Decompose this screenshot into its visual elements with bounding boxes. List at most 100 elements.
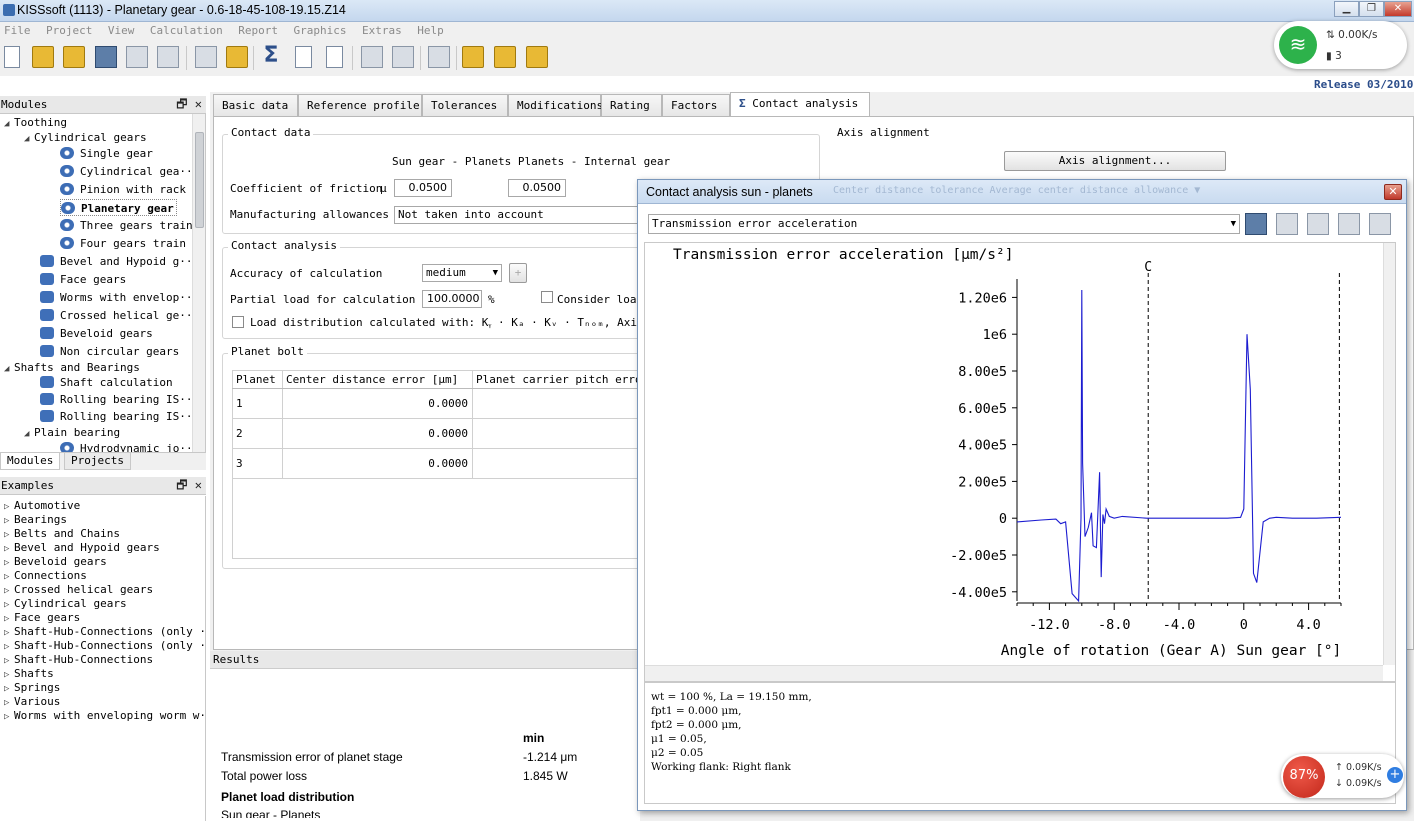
- collapse-icon[interactable]: ◢: [4, 361, 14, 378]
- column-header[interactable]: Planet carrier pitch error: [472, 370, 652, 389]
- tree-item[interactable]: ◢ Cylindrical gears: [24, 129, 147, 146]
- tab-reference-profile[interactable]: Reference profile: [298, 94, 422, 116]
- project-folder-icon[interactable]: [226, 46, 248, 68]
- gear-rack-icon: [60, 183, 74, 195]
- modules-tabs: Modules Projects: [0, 452, 206, 470]
- panel-controls[interactable]: 🗗 ✕: [176, 477, 202, 494]
- arrow-right-icon[interactable]: [494, 46, 516, 68]
- tab-modules[interactable]: Modules: [0, 453, 61, 470]
- speed-badge: 87% ↑ 0.09K/s ↓ 0.09K/s +: [1281, 754, 1404, 798]
- partial-load-input[interactable]: 100.0000: [422, 290, 482, 308]
- print-icon[interactable]: [1276, 213, 1298, 235]
- table-row: 2 0.0000: [232, 418, 652, 449]
- undo-icon[interactable]: [157, 46, 179, 68]
- panel-controls[interactable]: 🗗 ✕: [176, 96, 202, 113]
- friction-input-1[interactable]: 0.0500: [394, 179, 452, 197]
- dialog-close-button[interactable]: ✕: [1384, 184, 1402, 200]
- network-widget: ≋ ⇅ 0.00K/s ▮ 3: [1274, 21, 1407, 69]
- maximize-button[interactable]: ❐: [1359, 1, 1384, 17]
- tab-rating[interactable]: Rating: [601, 94, 662, 116]
- result-value: -1.214 μm: [523, 750, 578, 764]
- arrow-return-icon[interactable]: [526, 46, 548, 68]
- info-line: μ2 = 0.05: [651, 747, 704, 759]
- collapse-icon[interactable]: ◢: [24, 131, 34, 148]
- modules-scrollbar[interactable]: [192, 114, 205, 452]
- collapse-icon[interactable]: ◢: [4, 116, 14, 133]
- y-tick-label: 8.00e5: [958, 364, 1007, 380]
- tab-tolerances[interactable]: Tolerances: [422, 94, 508, 116]
- network-speed: ⇅ 0.00K/s: [1326, 29, 1378, 41]
- open-example-icon[interactable]: [63, 46, 85, 68]
- menu-extras[interactable]: Extras: [362, 24, 402, 37]
- column-header[interactable]: Center distance error [μm]: [282, 370, 473, 389]
- export-icon[interactable]: [1338, 213, 1360, 235]
- settings-wrench-icon[interactable]: [1369, 213, 1391, 235]
- friction-input-2[interactable]: 0.0500: [508, 179, 566, 197]
- load-distribution-checkbox[interactable]: [232, 316, 244, 328]
- consider-load-checkbox[interactable]: [541, 291, 553, 303]
- tab-factors[interactable]: Factors: [662, 94, 730, 116]
- plus-icon[interactable]: +: [1387, 767, 1403, 783]
- tree-item[interactable]: Three gears train: [60, 217, 193, 234]
- report-print-icon[interactable]: [326, 46, 343, 68]
- tree-item[interactable]: Worms with envelop···: [40, 289, 199, 306]
- menu-project[interactable]: Project: [46, 24, 92, 37]
- plot-v-scrollbar[interactable]: [1383, 243, 1395, 665]
- tree-item[interactable]: Rolling bearing IS···: [40, 408, 199, 425]
- planet-bolt-table: Planet Center distance error [μm] Planet…: [232, 370, 652, 479]
- save-icon[interactable]: [95, 46, 117, 68]
- menu-help[interactable]: Help: [417, 24, 444, 37]
- menu-calculation[interactable]: Calculation: [150, 24, 223, 37]
- tree-item[interactable]: Shaft calculation: [40, 374, 173, 391]
- copy-icon[interactable]: [1307, 213, 1329, 235]
- contact-analysis-title: Contact analysis: [228, 239, 340, 252]
- arrow-left-icon[interactable]: [462, 46, 484, 68]
- tab-basic-data[interactable]: Basic data: [213, 94, 298, 116]
- tree-item[interactable]: Beveloid gears: [40, 325, 153, 342]
- partial-load-label: Partial load for calculation w₁: [230, 293, 436, 306]
- menu-graphics[interactable]: Graphics: [293, 24, 346, 37]
- example-item[interactable]: ▷ Worms with enveloping worm w···: [4, 707, 205, 724]
- menu-file[interactable]: File: [4, 24, 31, 37]
- tree-item[interactable]: Face gears: [40, 271, 126, 288]
- tree-item[interactable]: Rolling bearing IS···: [40, 391, 199, 408]
- allowances-select[interactable]: Not taken into account: [394, 206, 644, 224]
- tab-contact-analysis[interactable]: Σ Contact analysis: [730, 92, 870, 116]
- tab-projects[interactable]: Projects: [64, 453, 131, 470]
- plot-h-scrollbar[interactable]: [645, 665, 1383, 681]
- calculate-sigma-icon[interactable]: Σ: [260, 45, 282, 68]
- calculator-icon[interactable]: [392, 46, 414, 68]
- tree-item[interactable]: Single gear: [60, 145, 153, 162]
- import-icon[interactable]: [195, 46, 217, 68]
- mail-icon[interactable]: [126, 46, 148, 68]
- tree-item[interactable]: Bevel and Hypoid g···: [40, 253, 199, 270]
- tree-item[interactable]: Hydrodynamic jo···: [60, 440, 199, 452]
- open-folder-icon[interactable]: [32, 46, 54, 68]
- collapse-icon[interactable]: ◢: [24, 426, 34, 443]
- tab-modifications[interactable]: Modifications: [508, 94, 603, 116]
- tree-item[interactable]: ◢ Plain bearing: [24, 424, 120, 441]
- column-header[interactable]: Planet: [232, 370, 283, 389]
- tree-item[interactable]: Pinion with rack: [60, 181, 186, 198]
- table-icon[interactable]: [428, 46, 450, 68]
- result-cut-row: Sun gear - Planets: [221, 808, 321, 818]
- download-speed: ↓ 0.09K/s: [1335, 778, 1382, 789]
- tree-item[interactable]: Crossed helical ge···: [40, 307, 199, 324]
- tree-item[interactable]: Four gears train: [60, 235, 186, 252]
- graphic-type-select[interactable]: Transmission error acceleration ▼: [648, 214, 1240, 234]
- axis-alignment-button[interactable]: Axis alignment...: [1004, 151, 1226, 171]
- menu-report[interactable]: Report: [238, 24, 278, 37]
- minimize-button[interactable]: ▁: [1334, 1, 1359, 17]
- plus-button[interactable]: +: [509, 263, 527, 283]
- accuracy-select[interactable]: medium ▼: [422, 264, 502, 282]
- close-button[interactable]: ✕: [1384, 1, 1412, 17]
- save-graphic-icon[interactable]: [1245, 213, 1267, 235]
- tree-item[interactable]: Non circular gears: [40, 343, 179, 360]
- dialog-title: Contact analysis sun - planets: [646, 185, 813, 199]
- menu-view[interactable]: View: [108, 24, 135, 37]
- new-file-icon[interactable]: [4, 46, 20, 68]
- tree-item[interactable]: Cylindrical gea···: [60, 163, 199, 180]
- tree-item-selected[interactable]: Planetary gear: [60, 199, 177, 216]
- list-icon[interactable]: [361, 46, 383, 68]
- report-icon[interactable]: [295, 46, 312, 68]
